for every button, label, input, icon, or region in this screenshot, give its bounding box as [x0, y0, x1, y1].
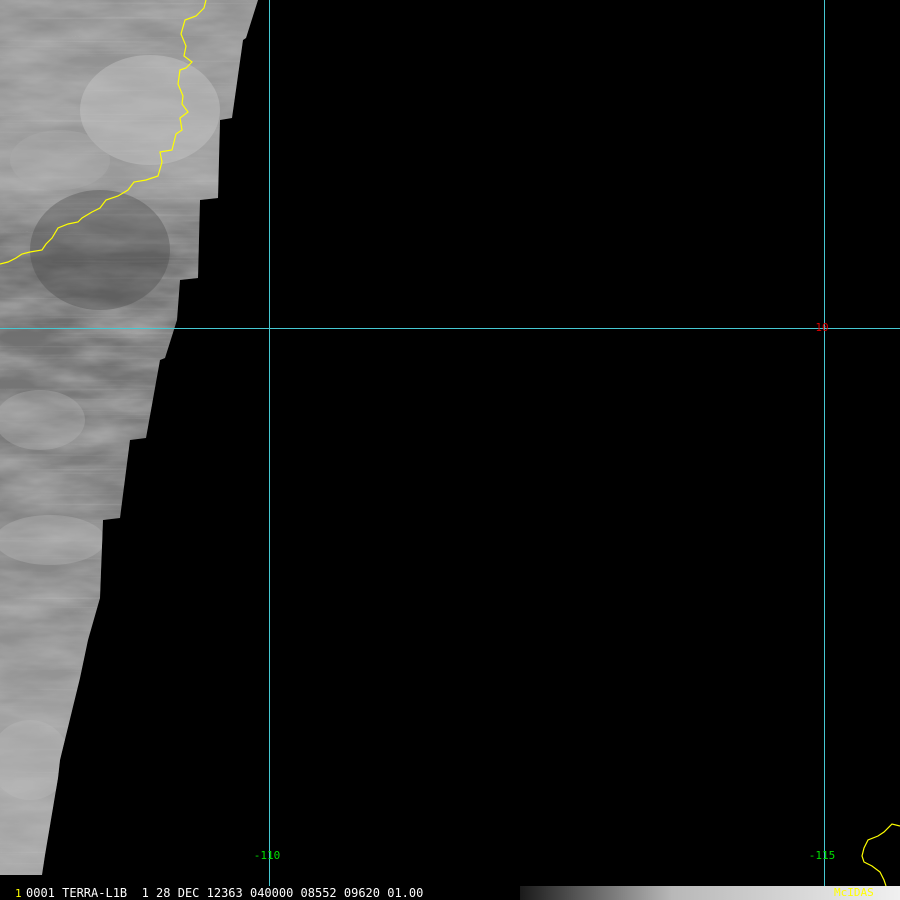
image-swath	[0, 0, 258, 875]
longitude-label-110: -110	[254, 849, 281, 862]
longitude-label-115: -115	[809, 849, 836, 862]
frame-number: 1	[15, 887, 22, 900]
mcidas-brand: McIDAS	[834, 886, 874, 899]
status-bar: 1 0001 TERRA-L1B 1 28 DEC 12363 040000 0…	[0, 886, 900, 900]
satellite-image-viewer: -110 -115 10 1 0001 TERRA-L1B 1 28 DEC 1…	[0, 0, 900, 900]
latitude-label-10: 10	[815, 321, 828, 334]
satellite-image: -110 -115 10	[0, 0, 900, 886]
image-info-text: 0001 TERRA-L1B 1 28 DEC 12363 040000 085…	[26, 886, 424, 900]
coastline-island	[861, 823, 900, 886]
